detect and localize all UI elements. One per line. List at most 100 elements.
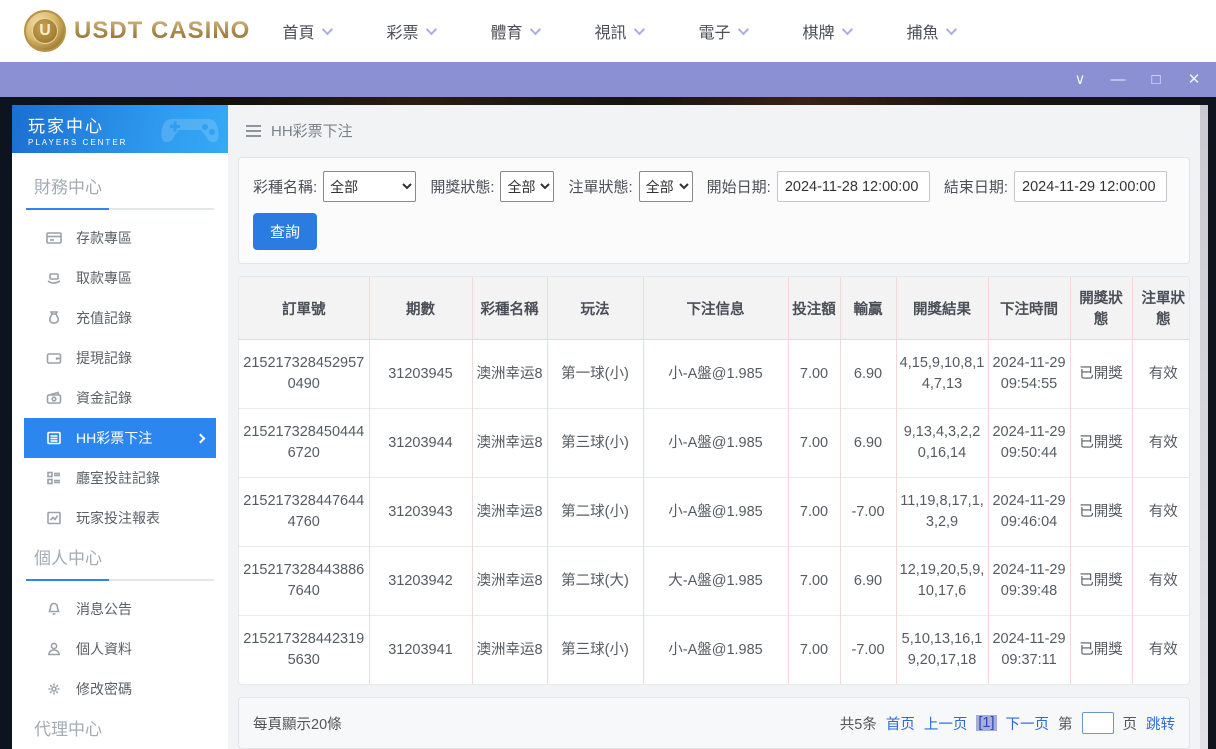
sidebar-item-提現記錄[interactable]: 提現記錄 — [24, 338, 216, 378]
sidebar-item-label: HH彩票下注 — [76, 430, 153, 446]
table-cell: 有效 — [1131, 477, 1189, 547]
sidebar-item-個人資料[interactable]: 個人資料 — [24, 629, 216, 669]
draw-status-select[interactable]: 全部 — [500, 171, 555, 202]
nav-item-體育[interactable]: 體育 — [462, 19, 566, 43]
table-cell: 澳洲幸运8 — [471, 546, 547, 616]
sidebar-item-充值記錄[interactable]: 充值記錄 — [24, 298, 216, 338]
start-date-input[interactable] — [776, 171, 930, 202]
jump-prefix-label: 第 — [1058, 716, 1073, 733]
table-cell: 2152173284476444760 — [239, 477, 369, 547]
sidebar-item-label: 充值記錄 — [76, 310, 132, 326]
table-cell: 第三球(小) — [546, 408, 643, 478]
section-divider — [26, 579, 214, 581]
nav-item-棋牌[interactable]: 棋牌 — [774, 19, 878, 43]
table-cell: 有效 — [1131, 615, 1189, 684]
column-header: 訂單號 — [239, 277, 369, 340]
table-cell: 已開獎 — [1069, 546, 1132, 616]
table-cell: 7.00 — [787, 615, 840, 684]
next-page-link[interactable]: 下一页 — [1006, 713, 1050, 734]
table-cell: 有效 — [1131, 338, 1189, 409]
table-cell: 第二球(大) — [546, 546, 643, 616]
end-date-label: 結束日期: — [943, 179, 1008, 196]
sidebar-item-label: 存款專區 — [76, 230, 132, 246]
table-cell: 2152173284504446720 — [239, 408, 369, 478]
window-edge — [1200, 105, 1208, 749]
column-header: 投注額 — [787, 277, 840, 340]
order-status-label: 注單狀態: — [568, 179, 633, 196]
column-header: 期數 — [368, 277, 472, 340]
sidebar-section-title: 代理中心 — [34, 720, 102, 739]
moneybag-icon — [46, 310, 62, 326]
table-cell: 第一球(小) — [546, 338, 643, 409]
sidebar-item-資金記錄[interactable]: 資金記錄 — [24, 378, 216, 418]
page-number-input[interactable] — [1081, 712, 1114, 734]
column-header: 下注時間 — [987, 277, 1070, 340]
table-row: 2152173284438867640 31203942 澳洲幸运8 第二球(大) 大-… — [239, 546, 1189, 616]
end-date-input[interactable] — [1014, 171, 1167, 202]
nav-item-label: 棋牌 — [802, 25, 835, 42]
column-header: 注單狀態 — [1131, 277, 1189, 340]
menu-toggle-icon[interactable] — [246, 124, 261, 137]
sidebar-item-HH彩票下注[interactable]: HH彩票下注 — [24, 418, 216, 458]
table-cell: 2024-11-29 09:54:55 — [987, 338, 1070, 409]
app-content: 玩家中心 PLAYERS CENTER 財務中心 存款專區 取款專區 充值記錄 提現記錄… — [0, 97, 1216, 749]
prev-page-link[interactable]: 上一页 — [924, 713, 968, 734]
table-cell: 2152173284438867640 — [239, 546, 369, 616]
sidebar-item-修改密碼[interactable]: 修改密碼 — [24, 669, 216, 709]
sidebar-item-廳室投註記錄[interactable]: 廳室投註記錄 — [24, 458, 216, 498]
deposit-card-icon — [46, 230, 62, 246]
table-cell: -7.00 — [839, 477, 896, 547]
list-icon — [46, 430, 62, 446]
sidebar-item-玩家投注報表[interactable]: 玩家投注報表 — [24, 498, 216, 538]
page-size-text: 每頁顯示20條 — [253, 716, 342, 733]
lottery-name-select[interactable]: 全部 — [323, 171, 417, 202]
table-cell: 7.00 — [787, 338, 840, 409]
table-cell: 2024-11-29 09:50:44 — [987, 408, 1070, 478]
window-minimize-icon[interactable]: — — [1110, 72, 1126, 87]
nav-item-首頁[interactable]: 首頁 — [254, 19, 358, 43]
nav-item-視訊[interactable]: 視訊 — [566, 19, 670, 43]
table-cell: 小-A盤@1.985 — [642, 615, 788, 684]
nav-item-彩票[interactable]: 彩票 — [358, 19, 462, 43]
table-cell: 31203945 — [368, 338, 472, 409]
nav-item-label: 捕魚 — [906, 25, 939, 42]
page-title: HH彩票下注 — [271, 123, 353, 140]
table-cell: 小-A盤@1.985 — [642, 477, 788, 547]
sidebar-section-title: 個人中心 — [34, 549, 102, 568]
order-status-select[interactable]: 全部 — [638, 171, 693, 202]
jump-button[interactable]: 跳转 — [1146, 713, 1175, 734]
sidebar-item-取款專區[interactable]: 取款專區 — [24, 258, 216, 298]
breadcrumb: HH彩票下注 — [228, 105, 1200, 153]
sidebar-item-存款專區[interactable]: 存款專區 — [24, 218, 216, 258]
nav-item-捕魚[interactable]: 捕魚 — [878, 19, 982, 43]
first-page-link[interactable]: 首页 — [886, 713, 915, 734]
sidebar-item-label: 資金記錄 — [76, 390, 132, 406]
table-row: 2152173284504446720 31203944 澳洲幸运8 第三球(小) 小-… — [239, 408, 1189, 478]
window-maximize-icon[interactable]: □ — [1148, 72, 1164, 87]
table-footer: 每頁顯示20條 共5条 首页 上一页 [1] 下一页 第 页 跳转 — [238, 697, 1190, 749]
table-cell: -7.00 — [839, 615, 896, 684]
withdraw-hand-icon — [46, 270, 62, 286]
gamepad-icon — [161, 119, 219, 143]
chevron-down-icon — [841, 23, 853, 36]
main-panel: HH彩票下注 彩種名稱: 全部 開獎狀態: 全部 注單狀態: 全部 開始日期: … — [228, 105, 1200, 749]
funds-icon — [46, 390, 62, 406]
query-button[interactable]: 查詢 — [253, 213, 318, 250]
window-dropdown-icon[interactable]: ∨ — [1072, 72, 1088, 87]
start-date-label: 開始日期: — [706, 179, 771, 196]
table-cell: 大-A盤@1.985 — [642, 546, 788, 616]
table-cell: 已開獎 — [1069, 338, 1132, 409]
sidebar-item-label: 廳室投註記錄 — [76, 470, 160, 486]
nav-item-label: 電子 — [698, 25, 731, 42]
column-header: 開獎結果 — [895, 277, 988, 340]
table-cell: 澳洲幸运8 — [471, 615, 547, 684]
sidebar-item-消息公告[interactable]: 消息公告 — [24, 589, 216, 629]
nav-item-label: 首頁 — [282, 25, 315, 42]
brand-logo[interactable]: U USDT CASINO — [24, 10, 254, 52]
table-header-row: 訂單號 期數 彩種名稱 玩法 下注信息 投注額 輸贏 開獎結果 下注時間 開獎狀態 注單狀態 — [239, 277, 1189, 340]
window-close-icon[interactable]: ✕ — [1186, 72, 1202, 87]
nav-item-label: 彩票 — [386, 25, 419, 42]
nav-item-電子[interactable]: 電子 — [670, 19, 774, 43]
filter-panel: 彩種名稱: 全部 開獎狀態: 全部 注單狀態: 全部 開始日期: 結束日期: 查… — [238, 157, 1190, 264]
table-cell: 11,19,8,17,1,3,2,9 — [895, 477, 988, 547]
